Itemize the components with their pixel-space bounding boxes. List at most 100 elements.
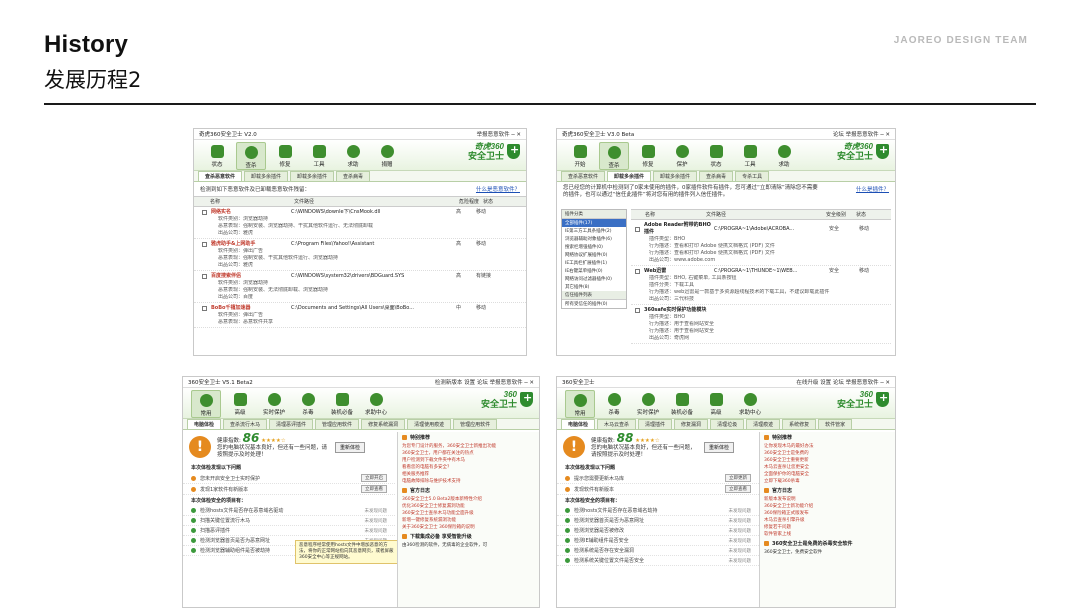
recheck-button[interactable]: 重新体检 bbox=[704, 441, 735, 453]
side-log-link[interactable]: 360安全卫士新功能介绍 bbox=[760, 503, 895, 510]
table-row[interactable]: BoBo千禧加速器 C:\Documents and Settings\All U… bbox=[194, 303, 526, 328]
toolbar-essentials-button[interactable]: 装机必备 bbox=[327, 390, 357, 418]
row-checkbox[interactable] bbox=[202, 242, 207, 247]
side-link[interactable]: 让你发现木马的最好办法 bbox=[760, 443, 895, 450]
category-item[interactable]: 全部插件(17) bbox=[562, 219, 626, 227]
row-checkbox[interactable] bbox=[202, 306, 207, 311]
toolbar-help-button[interactable]: 求助中心 bbox=[735, 390, 765, 418]
tab-plugins-2[interactable]: 卸载多余插件 bbox=[653, 171, 698, 181]
row-checkbox[interactable] bbox=[202, 274, 207, 279]
toolbar-antivirus-button[interactable]: 杀毒 bbox=[293, 390, 323, 418]
toolbar-realtime-button[interactable]: 实时保护 bbox=[259, 390, 289, 418]
side-log-link[interactable]: 软件管家上线 bbox=[760, 531, 895, 538]
side-log-link[interactable]: 新版本发布说明 bbox=[760, 496, 895, 503]
info-link[interactable]: 什么是恶意软件？ bbox=[476, 185, 520, 193]
tab-software[interactable]: 管理应用软件 bbox=[315, 419, 360, 429]
toolbar-repair-button[interactable]: 修复 bbox=[270, 142, 300, 170]
toolbar-help-button[interactable]: 求助 bbox=[338, 142, 368, 170]
table-row[interactable]: Web迅雷 C:\PROGRA~1\THUNDE~1\WEB... 安全 移动 插件类… bbox=[631, 266, 891, 305]
row-checkbox[interactable] bbox=[635, 269, 640, 274]
table-row[interactable]: Adobe Reader附带的BHO插件 C:\PROGRA~1\Adobe\AC… bbox=[631, 220, 891, 266]
side-link[interactable]: 相关服务推荐 bbox=[398, 471, 539, 478]
info-link[interactable]: 什么是插件？ bbox=[856, 185, 889, 203]
toolbar-help-button[interactable]: 求助中心 bbox=[361, 390, 391, 418]
toolbar-protect-button[interactable]: 保护 bbox=[667, 142, 697, 170]
tab-checkup[interactable]: 电脑体检 bbox=[187, 419, 222, 429]
toolbar-start-button[interactable]: 开始 bbox=[565, 142, 595, 170]
tab-apps[interactable]: 管理应用软件 bbox=[453, 419, 498, 429]
side-link[interactable]: 为您专门设计的服务，360安全卫士新推出功能 bbox=[398, 443, 539, 450]
tab-vuln[interactable]: 修复系统漏洞 bbox=[361, 419, 406, 429]
tab-plugins[interactable]: 清理恶评插件 bbox=[269, 419, 314, 429]
side-log-link[interactable]: 木马云查杀引擎升级 bbox=[760, 517, 895, 524]
side-log-link[interactable]: 修复若干问题 bbox=[760, 524, 895, 531]
toolbar-scan-button[interactable]: 查杀 bbox=[599, 142, 629, 170]
toolbar-repair-button[interactable]: 修复 bbox=[633, 142, 663, 170]
tab-vuln[interactable]: 修复漏洞 bbox=[674, 419, 709, 429]
window-controls[interactable]: 论坛 举报恶意软件 ─ ✕ bbox=[833, 130, 890, 138]
category-item[interactable]: 所有受信任的插件(0) bbox=[562, 300, 626, 308]
tab-system-repair[interactable]: 系统修复 bbox=[782, 419, 817, 429]
window-controls[interactable]: 检测新版本 设置 论坛 举报恶意软件 ─ ✕ bbox=[435, 378, 534, 386]
side-log-link[interactable]: 360保险箱正式版发布 bbox=[760, 510, 895, 517]
toolbar-tools-button[interactable]: 工具 bbox=[304, 142, 334, 170]
toolbar-scan-button[interactable]: 查杀 bbox=[236, 142, 266, 170]
category-item[interactable]: 搜索栏增强插件(0) bbox=[562, 243, 626, 251]
category-item[interactable]: 网络访问过滤器插件(0) bbox=[562, 275, 626, 283]
window-controls[interactable]: 在线升级 设置 论坛 举报恶意软件 ─ ✕ bbox=[796, 378, 890, 386]
toolbar-essentials-button[interactable]: 装机必备 bbox=[667, 390, 697, 418]
tab-software-manager[interactable]: 软件管家 bbox=[818, 419, 853, 429]
toolbar-donate-button[interactable]: 捐赠 bbox=[372, 142, 402, 170]
side-link[interactable]: 用户检测到下载文件夹中有木马 bbox=[398, 457, 539, 464]
tab-junk[interactable]: 清理垃圾 bbox=[710, 419, 745, 429]
issue-action-button[interactable]: 立即查看 bbox=[725, 485, 751, 493]
side-log-link[interactable]: 360安全卫士查杀木马功能全面升级 bbox=[398, 510, 539, 517]
toolbar-advanced-button[interactable]: 高级 bbox=[701, 390, 731, 418]
table-row[interactable]: 网络实名 C:\WINDOWS\downle下\CnsMook.dll 高 移动 软件… bbox=[194, 207, 526, 239]
table-row[interactable]: 雅虎助手&上网助手 C:\Program Files\Yahoo!\Assista… bbox=[194, 239, 526, 271]
issue-action-button[interactable]: 立即查看 bbox=[361, 485, 387, 493]
table-row[interactable]: 百度搜索伴侣 C:\WINDOWS\system32\drivers\BDGuar… bbox=[194, 271, 526, 303]
tab-traces[interactable]: 清理痕迹 bbox=[746, 419, 781, 429]
window-controls[interactable]: 举报恶意软件 ─ ✕ bbox=[477, 130, 521, 138]
side-log-link[interactable]: 360安全卫士5.0 Beta2版本新特性介绍 bbox=[398, 496, 539, 503]
category-item[interactable]: IE工具栏扩展插件(1) bbox=[562, 259, 626, 267]
issue-action-button[interactable]: 立即更新 bbox=[725, 474, 751, 482]
row-checkbox[interactable] bbox=[202, 210, 207, 215]
side-link[interactable]: 立即下载360杀毒 bbox=[760, 478, 895, 485]
category-item[interactable]: 浏览器辅助对象插件(6) bbox=[562, 235, 626, 243]
tab-traces[interactable]: 清理使用痕迹 bbox=[407, 419, 452, 429]
category-item[interactable]: IE右键菜单插件(0) bbox=[562, 267, 626, 275]
toolbar-common-button[interactable]: 常用 bbox=[565, 390, 595, 418]
side-link[interactable]: 木马云查杀让您更安全 bbox=[760, 464, 895, 471]
row-checkbox[interactable] bbox=[635, 226, 640, 232]
side-log-link[interactable]: 优化360安全卫士修复漏洞功能 bbox=[398, 503, 539, 510]
tab-malware[interactable]: 查杀恶意软件 bbox=[561, 171, 606, 181]
side-link[interactable]: 电脑故障排除与维护技术支持 bbox=[398, 478, 539, 485]
toolbar-antivirus-button[interactable]: 杀毒 bbox=[599, 390, 629, 418]
side-link[interactable]: 全面保护你的电脑安全 bbox=[760, 471, 895, 478]
tab-checkup[interactable]: 电脑体检 bbox=[561, 419, 596, 429]
side-link[interactable]: 360安全卫士重要更新 bbox=[760, 457, 895, 464]
toolbar-common-button[interactable]: 常用 bbox=[191, 390, 221, 418]
category-item[interactable]: 其它插件(8) bbox=[562, 283, 626, 291]
tab-malware[interactable]: 查杀恶意软件 bbox=[198, 171, 243, 181]
toolbar-help-button[interactable]: 求助 bbox=[769, 142, 799, 170]
side-log-link[interactable]: 新增一键修复系统漏洞功能 bbox=[398, 517, 539, 524]
tab-plugins[interactable]: 卸载多余插件 bbox=[607, 171, 652, 181]
issue-action-button[interactable]: 立即开启 bbox=[361, 474, 387, 482]
side-link[interactable]: 看看您的电脑有多安全？ bbox=[398, 464, 539, 471]
tab-virus[interactable]: 查杀病毒 bbox=[699, 171, 734, 181]
recheck-button[interactable]: 重新体检 bbox=[335, 441, 366, 453]
side-link[interactable]: 360安全卫士是免费的 bbox=[760, 450, 895, 457]
tab-plugins[interactable]: 清理插件 bbox=[638, 419, 673, 429]
row-checkbox[interactable] bbox=[635, 308, 640, 313]
side-link[interactable]: 360安全卫士，用户都在关注的热点 bbox=[398, 450, 539, 457]
category-item[interactable]: IE第三方工具条插件(2) bbox=[562, 227, 626, 235]
toolbar-tools-button[interactable]: 工具 bbox=[735, 142, 765, 170]
tab-cloud-scan[interactable]: 木马云查杀 bbox=[597, 419, 637, 429]
toolbar-realtime-button[interactable]: 实时保护 bbox=[633, 390, 663, 418]
toolbar-advanced-button[interactable]: 高级 bbox=[225, 390, 255, 418]
toolbar-status-button[interactable]: 状态 bbox=[701, 142, 731, 170]
side-log-link[interactable]: 关于360安全卫士 360保险箱的说明 bbox=[398, 524, 539, 531]
